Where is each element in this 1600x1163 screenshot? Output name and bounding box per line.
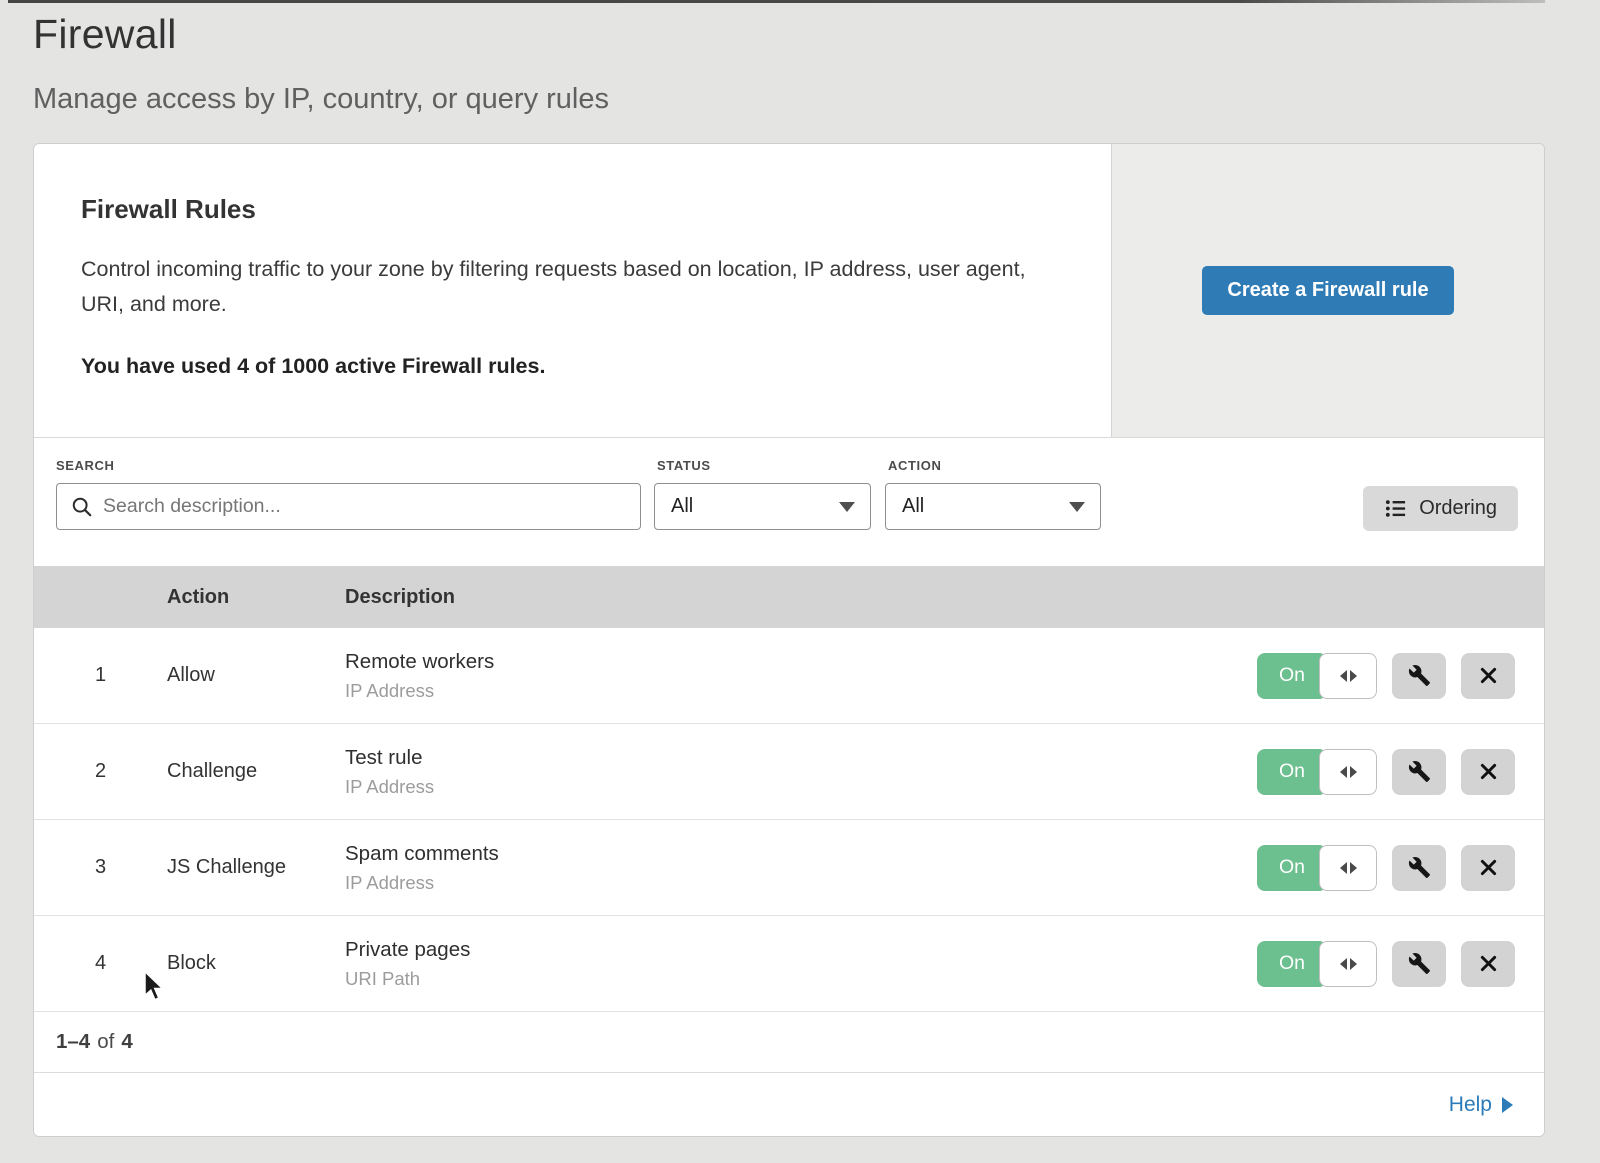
rule-action: Allow: [167, 664, 345, 687]
action-selected-value: All: [902, 495, 924, 518]
wrench-icon: [1408, 760, 1431, 783]
status-label: STATUS: [657, 458, 871, 473]
page-header: Firewall Manage access by IP, country, o…: [0, 0, 1600, 116]
x-icon: [1478, 953, 1499, 974]
edit-rule-button[interactable]: [1392, 845, 1446, 891]
rule-description: Spam comments: [345, 842, 1257, 866]
ordering-button[interactable]: Ordering: [1363, 486, 1518, 531]
rule-description-cell: Spam comments IP Address: [345, 842, 1257, 894]
rule-action: JS Challenge: [167, 856, 345, 879]
pagination-of: of: [97, 1030, 114, 1054]
search-input[interactable]: [103, 495, 626, 518]
rule-action: Block: [167, 952, 345, 975]
create-firewall-rule-button[interactable]: Create a Firewall rule: [1202, 266, 1453, 315]
table-row: 1 Allow Remote workers IP Address On: [34, 628, 1544, 724]
action-filter-group: ACTION All: [885, 458, 1101, 530]
edit-rule-button[interactable]: [1392, 749, 1446, 795]
rule-enabled-toggle[interactable]: On: [1257, 749, 1377, 795]
rules-usage-note: You have used 4 of 1000 active Firewall …: [81, 354, 1049, 379]
table-row: 2 Challenge Test rule IP Address On: [34, 724, 1544, 820]
pagination: 1–4 of 4: [34, 1012, 1544, 1073]
delete-rule-button[interactable]: [1461, 749, 1515, 795]
status-selected-value: All: [671, 495, 693, 518]
rules-heading: Firewall Rules: [81, 194, 1049, 225]
status-filter-group: STATUS All: [654, 458, 871, 530]
toggle-on-label: On: [1257, 941, 1327, 987]
right-triangle-icon: [1502, 1097, 1513, 1113]
rules-intro-section: Firewall Rules Control incoming traffic …: [34, 144, 1544, 438]
filter-bar: SEARCH STATUS All ACTION All: [34, 438, 1544, 566]
rule-number: 1: [34, 664, 167, 687]
rule-description-cell: Test rule IP Address: [345, 746, 1257, 798]
rule-number: 3: [34, 856, 167, 879]
left-right-arrows-icon[interactable]: [1319, 653, 1377, 699]
action-select[interactable]: All: [885, 483, 1101, 530]
wrench-icon: [1408, 664, 1431, 687]
ordering-button-label: Ordering: [1419, 497, 1497, 520]
rule-description: Private pages: [345, 938, 1257, 962]
wrench-icon: [1408, 856, 1431, 879]
chevron-down-icon: [839, 502, 855, 512]
delete-rule-button[interactable]: [1461, 941, 1515, 987]
delete-rule-button[interactable]: [1461, 653, 1515, 699]
rule-number: 4: [34, 952, 167, 975]
rule-enabled-toggle[interactable]: On: [1257, 941, 1377, 987]
rule-match-type: IP Address: [345, 776, 1257, 798]
rule-controls: On: [1257, 653, 1515, 699]
rule-enabled-toggle[interactable]: On: [1257, 845, 1377, 891]
edit-rule-button[interactable]: [1392, 941, 1446, 987]
left-right-arrows-icon[interactable]: [1319, 941, 1377, 987]
toggle-on-label: On: [1257, 845, 1327, 891]
search-box[interactable]: [56, 483, 641, 530]
bulleted-list-icon: [1384, 497, 1407, 520]
left-right-arrows-icon[interactable]: [1319, 749, 1377, 795]
rule-match-type: URI Path: [345, 968, 1257, 990]
toggle-on-label: On: [1257, 749, 1327, 795]
rules-description: Control incoming traffic to your zone by…: [81, 252, 1031, 323]
rule-description-cell: Private pages URI Path: [345, 938, 1257, 990]
help-link-label: Help: [1449, 1093, 1492, 1117]
search-icon: [71, 496, 93, 518]
table-row: 3 JS Challenge Spam comments IP Address …: [34, 820, 1544, 916]
page-subtitle: Manage access by IP, country, or query r…: [33, 83, 1600, 116]
help-link[interactable]: Help: [1449, 1093, 1513, 1117]
table-header: Action Description: [34, 566, 1544, 628]
left-right-arrows-icon[interactable]: [1319, 845, 1377, 891]
x-icon: [1478, 665, 1499, 686]
rule-description: Test rule: [345, 746, 1257, 770]
rule-match-type: IP Address: [345, 680, 1257, 702]
rule-controls: On: [1257, 941, 1515, 987]
wrench-icon: [1408, 952, 1431, 975]
column-header-description: Description: [345, 586, 1544, 609]
rule-controls: On: [1257, 845, 1515, 891]
screen-edge-artifact: [8, 0, 1545, 3]
pagination-range: 1–4: [56, 1030, 90, 1054]
rules-intro-text: Firewall Rules Control incoming traffic …: [34, 144, 1111, 437]
firewall-rules-card: Firewall Rules Control incoming traffic …: [33, 143, 1545, 1137]
rule-enabled-toggle[interactable]: On: [1257, 653, 1377, 699]
search-label: SEARCH: [56, 458, 641, 473]
delete-rule-button[interactable]: [1461, 845, 1515, 891]
x-icon: [1478, 761, 1499, 782]
rule-description: Remote workers: [345, 650, 1257, 674]
table-body: 1 Allow Remote workers IP Address On: [34, 628, 1544, 1012]
status-select[interactable]: All: [654, 483, 871, 530]
toggle-on-label: On: [1257, 653, 1327, 699]
help-bar: Help: [34, 1073, 1544, 1136]
rule-description-cell: Remote workers IP Address: [345, 650, 1257, 702]
edit-rule-button[interactable]: [1392, 653, 1446, 699]
pagination-total: 4: [121, 1030, 132, 1054]
x-icon: [1478, 857, 1499, 878]
page-title: Firewall: [33, 11, 1600, 58]
table-row: 4 Block Private pages URI Path On: [34, 916, 1544, 1012]
create-rule-panel: Create a Firewall rule: [1111, 144, 1544, 437]
rule-number: 2: [34, 760, 167, 783]
column-header-action: Action: [167, 586, 345, 609]
rule-controls: On: [1257, 749, 1515, 795]
chevron-down-icon: [1069, 502, 1085, 512]
rule-action: Challenge: [167, 760, 345, 783]
action-label: ACTION: [888, 458, 1101, 473]
search-filter-group: SEARCH: [56, 458, 641, 530]
rule-match-type: IP Address: [345, 872, 1257, 894]
